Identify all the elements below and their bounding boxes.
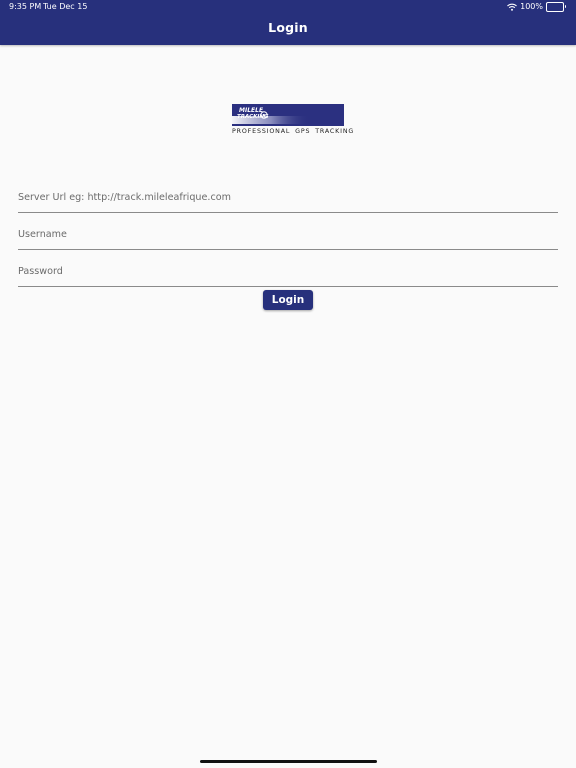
page-title: Login (268, 20, 308, 35)
status-time: 9:35 PM (9, 2, 42, 11)
login-button[interactable]: Login (263, 290, 313, 310)
battery-icon (546, 1, 566, 12)
password-input[interactable] (18, 256, 558, 286)
logo-banner: MILELE TRACKING (232, 104, 344, 126)
wifi-icon (507, 3, 518, 11)
username-input[interactable] (18, 219, 558, 249)
server-url-field (18, 182, 558, 213)
battery-percent: 100% (520, 2, 543, 11)
username-field (18, 219, 558, 250)
status-indicators: 100% (507, 1, 566, 12)
home-indicator[interactable] (200, 760, 377, 763)
server-url-input[interactable] (18, 182, 558, 212)
company-logo: MILELE TRACKING PROFESSIONAL GPS TRACKIN… (232, 104, 355, 136)
logo-text-tracking: TRACKING (237, 114, 269, 120)
password-field (18, 256, 558, 287)
status-date: Tue Dec 15 (43, 2, 88, 11)
logo-tagline: PROFESSIONAL GPS TRACKING (232, 128, 355, 135)
logo-text-milele: MILELE (239, 107, 264, 114)
app-header: 9:35 PM Tue Dec 15 100% Login (0, 0, 576, 45)
